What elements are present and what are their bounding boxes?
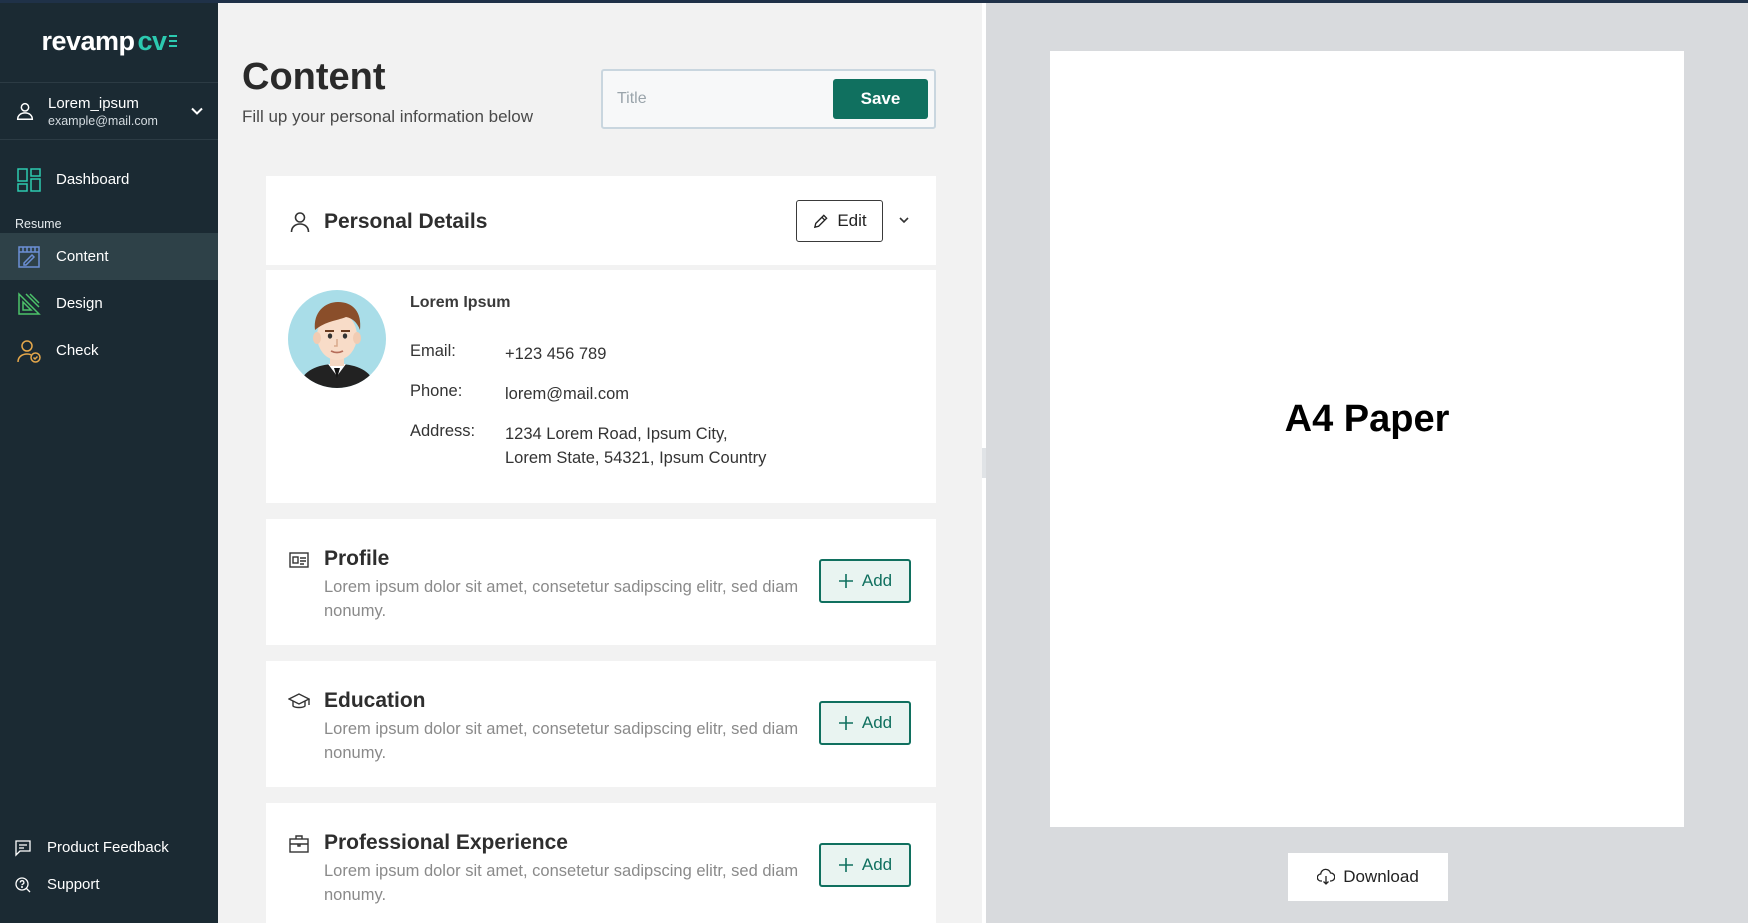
user-icon	[16, 102, 34, 120]
section-title: Professional Experience	[324, 831, 568, 854]
add-education-button[interactable]: Add	[819, 701, 911, 745]
add-label: Add	[861, 713, 893, 732]
avatar	[288, 290, 386, 388]
personal-details-body: Lorem Ipsum Email: +123 456 789 Phone: l…	[266, 270, 936, 503]
address-row: Address: 1234 Lorem Road, Ipsum City, Lo…	[410, 422, 805, 470]
sidebar-item-label: Support	[47, 876, 100, 893]
sidebar-item-label: Check	[56, 342, 99, 359]
personal-details-title: Personal Details	[324, 210, 488, 233]
section-title: Education	[324, 689, 426, 712]
save-button[interactable]: Save	[833, 79, 928, 119]
email-label: Email:	[410, 342, 456, 360]
check-user-icon	[17, 339, 41, 363]
sidebar-item-content[interactable]: Content	[0, 233, 218, 280]
logo-accent-text: cv	[137, 25, 168, 56]
graduation-cap-icon	[288, 693, 310, 709]
phone-label: Phone:	[410, 382, 463, 400]
content-icon	[18, 245, 40, 268]
email-value: +123 456 789	[505, 345, 607, 363]
edit-label: Edit	[837, 211, 867, 230]
sidebar-item-label: Dashboard	[56, 171, 130, 188]
paper-label: A4 Paper	[1284, 397, 1450, 440]
add-label: Add	[861, 855, 893, 874]
sidebar-item-dashboard[interactable]: Dashboard	[0, 156, 218, 203]
address-label: Address:	[410, 422, 476, 440]
address-line-2: Lorem State, 54321, Ipsum Country	[505, 449, 767, 467]
cloud-download-icon	[1317, 868, 1336, 885]
app-logo[interactable]: revamp cv	[0, 0, 218, 83]
professional-experience-section: Professional Experience Lorem ipsum dolo…	[266, 803, 936, 923]
sidebar-item-check[interactable]: Check	[0, 327, 218, 374]
sidebar-item-label: Product Feedback	[47, 839, 169, 856]
section-description: Lorem ipsum dolor sit amet, consetetur s…	[324, 862, 799, 904]
briefcase-icon	[289, 835, 309, 853]
section-description: Lorem ipsum dolor sit amet, consetetur s…	[324, 578, 799, 620]
profile-section: Profile Lorem ipsum dolor sit amet, cons…	[266, 519, 936, 645]
sidebar-item-product-feedback[interactable]: Product Feedback	[0, 829, 218, 866]
download-button[interactable]: Download	[1288, 853, 1448, 901]
sidebar-item-label: Design	[56, 295, 103, 312]
preview-panel: A4 Paper Download	[986, 3, 1748, 923]
email-row: Email: +123 456 789	[410, 342, 805, 366]
person-name: Lorem Ipsum	[410, 294, 511, 311]
add-experience-button[interactable]: Add	[819, 843, 911, 887]
section-title: Profile	[324, 547, 390, 570]
plus-icon	[838, 716, 853, 730]
education-section: Education Lorem ipsum dolor sit amet, co…	[266, 661, 936, 787]
sidebar-bottom-nav: Product Feedback Support	[0, 829, 218, 903]
person-icon	[290, 212, 310, 233]
pencil-icon	[814, 213, 828, 228]
chevron-down-icon[interactable]	[897, 213, 911, 227]
phone-row: Phone: lorem@mail.com	[410, 382, 805, 406]
dashboard-icon	[17, 167, 41, 192]
phone-value: lorem@mail.com	[505, 385, 630, 403]
personal-details-header: Personal Details Edit	[266, 176, 936, 268]
title-input[interactable]	[617, 85, 817, 113]
title-form: Save	[601, 69, 936, 129]
section-description: Lorem ipsum dolor sit amet, consetetur s…	[324, 720, 799, 762]
page-title: Content	[242, 56, 386, 98]
user-email: example@mail.com	[48, 113, 158, 128]
sidebar-item-support[interactable]: Support	[0, 866, 218, 903]
id-card-icon	[289, 552, 309, 568]
address-value: 1234 Lorem Road, Ipsum City, Lorem State…	[505, 422, 805, 470]
user-menu[interactable]: Lorem_ipsum example@mail.com	[0, 83, 218, 140]
plus-icon	[838, 858, 853, 872]
support-icon	[15, 876, 31, 892]
sidebar: revamp cv Lorem_ipsum example@mail.com D…	[0, 0, 218, 923]
main-content: Content Fill up your personal informatio…	[218, 0, 982, 923]
edit-button[interactable]: Edit	[796, 200, 883, 242]
add-profile-button[interactable]: Add	[819, 559, 911, 603]
design-icon	[18, 291, 41, 315]
sidebar-item-design[interactable]: Design	[0, 280, 218, 327]
page-subtitle: Fill up your personal information below	[242, 107, 534, 126]
top-accent-line	[0, 0, 1748, 3]
add-label: Add	[861, 571, 893, 590]
user-name: Lorem_ipsum	[48, 94, 139, 112]
sidebar-item-label: Content	[56, 248, 109, 265]
a4-paper-preview: A4 Paper	[1050, 51, 1684, 827]
plus-icon	[838, 574, 853, 588]
address-line-1: 1234 Lorem Road, Ipsum City,	[505, 425, 728, 443]
download-label: Download	[1343, 867, 1419, 886]
logo-text: revamp	[41, 25, 135, 56]
sidebar-section-label: Resume	[15, 217, 62, 231]
logo-bars-icon	[168, 35, 177, 47]
feedback-icon	[15, 839, 31, 857]
chevron-down-icon[interactable]	[190, 104, 204, 118]
